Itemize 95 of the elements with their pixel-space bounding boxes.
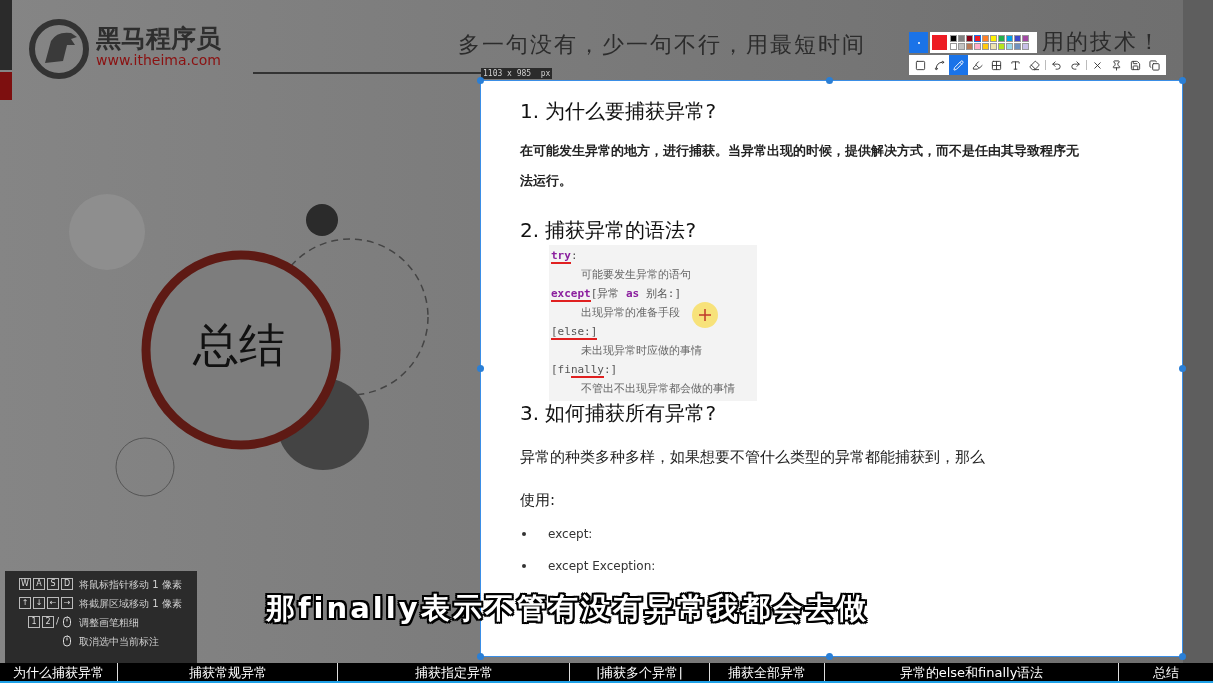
code-line: 未出现异常时应做的事情 <box>581 343 702 360</box>
chapter-title[interactable]: |捕获多个异常| <box>596 665 683 679</box>
bullet-text: except Exception: <box>548 558 656 575</box>
color-swatch[interactable] <box>990 43 997 50</box>
mouse-icon <box>61 635 73 647</box>
slide-title: 总结 <box>193 322 285 368</box>
chapter-title[interactable]: 捕获常规异常 <box>188 665 267 679</box>
color-swatch[interactable] <box>974 35 981 42</box>
resize-handle[interactable] <box>477 77 484 84</box>
rectangle-icon <box>915 59 926 71</box>
key-cap: 1 <box>27 616 40 628</box>
key-cap: ↑ <box>19 597 31 609</box>
resize-handle[interactable] <box>826 653 833 660</box>
bullet-icon <box>522 532 526 536</box>
logo-name: 黑马程序员 <box>96 26 221 51</box>
thin-ring <box>115 437 175 497</box>
key-cap: ↓ <box>33 597 45 609</box>
shortcut-label: 将鼠标指针移动 1 像素 <box>79 577 182 592</box>
color-swatch[interactable] <box>974 43 981 50</box>
shortcut-label: 将截屏区域移动 1 像素 <box>79 596 182 611</box>
key-cap: W <box>19 578 31 590</box>
side-bar-accent <box>0 72 12 100</box>
code-line: [finally:] <box>551 362 618 379</box>
color-swatch[interactable] <box>950 43 957 50</box>
bullet-icon <box>522 564 526 568</box>
chapter-title[interactable]: 捕获指定异常 <box>414 665 493 679</box>
color-swatch[interactable] <box>982 35 989 42</box>
color-swatch[interactable] <box>1014 43 1021 50</box>
color-swatch[interactable] <box>1022 35 1029 42</box>
color-swatch[interactable] <box>1014 35 1021 42</box>
key-cap: A <box>33 578 45 590</box>
save-icon <box>1130 59 1141 71</box>
redo-icon <box>1070 59 1081 71</box>
undo-icon <box>1051 59 1062 71</box>
color-swatch[interactable] <box>1022 43 1029 50</box>
color-swatch[interactable] <box>990 35 997 42</box>
paragraph: 使用: <box>520 489 557 511</box>
code-line: 不管出不出现异常都会做的事情 <box>581 381 735 398</box>
code-line: except[异常 as 别名:] <box>551 286 682 303</box>
highlighter-icon <box>972 59 983 71</box>
pencil-icon <box>953 59 964 71</box>
key-cap: D <box>61 578 73 590</box>
resize-handle[interactable] <box>477 653 484 660</box>
resize-handle[interactable] <box>826 77 833 84</box>
bullet-text: except: <box>548 526 593 543</box>
mouse-icon <box>61 616 73 628</box>
chapter-title[interactable]: 异常的else和finally语法 <box>899 665 1044 679</box>
color-swatch[interactable] <box>1006 35 1013 42</box>
paragraph: 在可能发生异常的地方，进行捕获。当异常出现的时候，提供解决方式，而不是任由其导致程序无法运行。 <box>520 142 1080 190</box>
code-line: 出现异常的准备手段 <box>581 305 680 322</box>
logo-url: www.itheima.com <box>96 52 221 70</box>
code-line: [else:] <box>551 324 598 341</box>
separator-text: / <box>55 615 59 629</box>
chapter-title[interactable]: 总结 <box>1153 665 1179 679</box>
slogan-text: 多一句没有，少一句不行，用最短时间 <box>458 34 866 56</box>
color-swatch[interactable] <box>1006 43 1013 50</box>
section-heading: 3. 如何捕获所有异常? <box>520 401 718 426</box>
code-line: 可能要发生异常的语句 <box>581 267 691 284</box>
chapter-title[interactable]: 捕获全部异常 <box>728 665 806 679</box>
color-swatch[interactable] <box>998 43 1005 50</box>
key-cap: 2 <box>41 616 54 628</box>
mosaic-icon <box>991 59 1002 71</box>
side-bar <box>0 0 12 70</box>
color-swatch[interactable] <box>950 35 957 42</box>
resize-handle[interactable] <box>1179 77 1186 84</box>
section-heading: 2. 捕获异常的语法? <box>520 218 698 243</box>
pencil-tool-button[interactable] <box>949 55 968 75</box>
resize-handle[interactable] <box>1179 365 1186 372</box>
resize-handle[interactable] <box>477 365 484 372</box>
paragraph: 异常的种类多种多样，如果想要不管什么类型的异常都能捕获到，那么 <box>520 447 986 468</box>
resize-handle[interactable] <box>1179 653 1186 660</box>
slogan-text: 用的技术！ <box>1042 31 1162 53</box>
code-line: try: <box>551 248 578 265</box>
pin-icon <box>1111 59 1122 71</box>
close-icon <box>1092 59 1103 71</box>
dark-dot <box>306 204 338 236</box>
shortcut-label: 调整画笔粗细 <box>79 615 139 630</box>
color-swatch[interactable] <box>966 35 973 42</box>
color-swatch[interactable] <box>958 35 965 42</box>
shortcut-label: 取消选中当前标注 <box>79 634 159 649</box>
key-cap: → <box>61 597 73 609</box>
size-label: 1103 x 985 px <box>481 68 553 79</box>
eraser-icon <box>1029 59 1040 71</box>
text-tool-icon <box>1010 59 1021 71</box>
crosshair-cursor-icon <box>692 302 718 328</box>
key-cap: S <box>47 578 59 590</box>
copy-icon <box>1149 59 1160 71</box>
section-heading: 1. 为什么要捕获异常? <box>520 99 718 124</box>
key-cap: ← <box>47 597 59 609</box>
color-swatch[interactable] <box>998 35 1005 42</box>
color-swatch[interactable] <box>982 43 989 50</box>
chapter-title[interactable]: 为什么捕获异常 <box>13 665 104 679</box>
color-swatch[interactable] <box>966 43 973 50</box>
color-swatch[interactable] <box>958 43 965 50</box>
curve-icon <box>934 59 945 71</box>
